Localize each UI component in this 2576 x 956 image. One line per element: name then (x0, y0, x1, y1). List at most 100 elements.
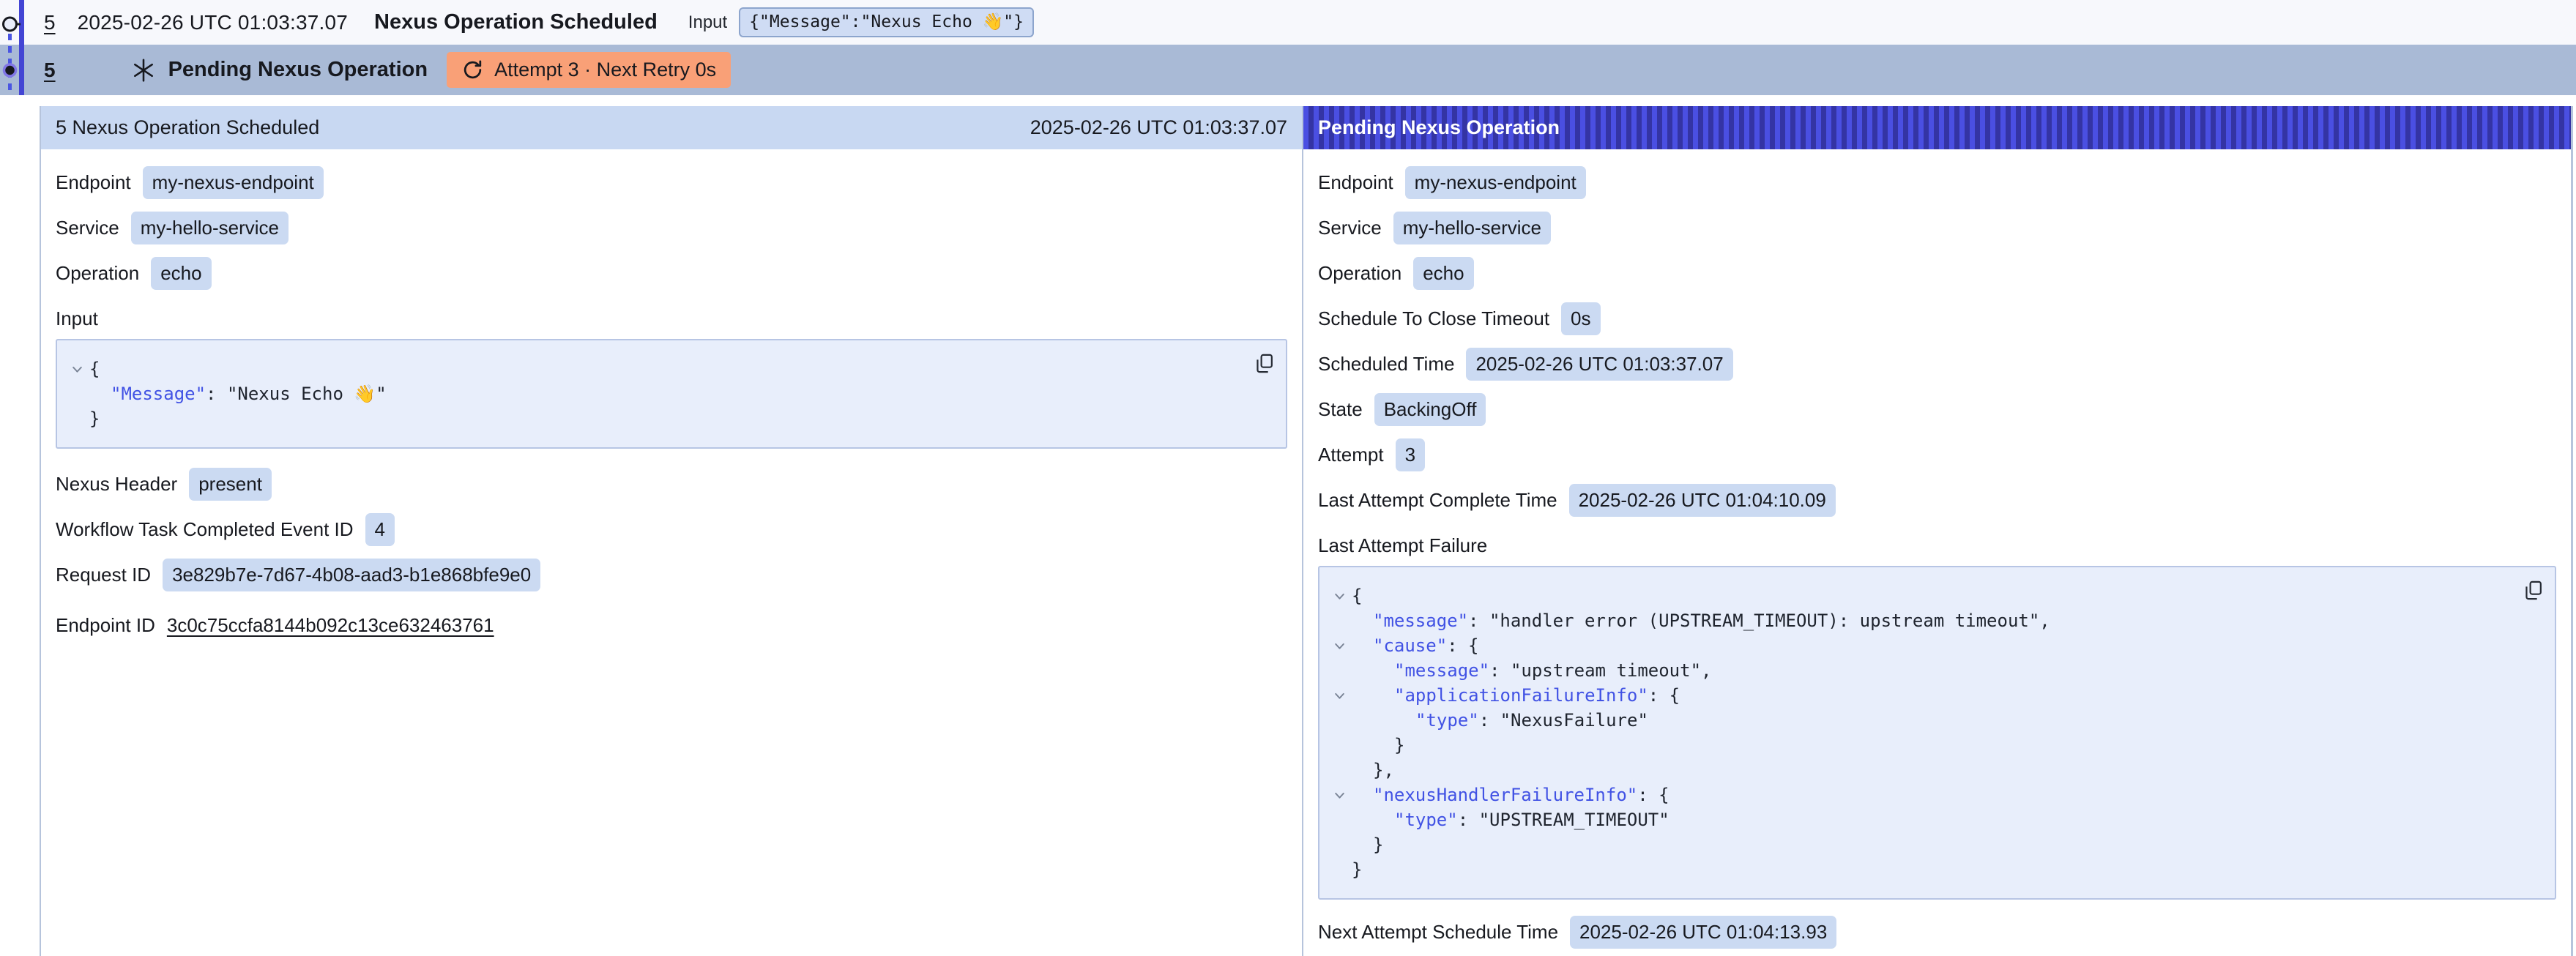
input-label: Input (688, 12, 727, 33)
field-value-badge: echo (1413, 257, 1473, 290)
field-label: Attempt (1318, 444, 1384, 466)
collapse-chevron-icon[interactable] (1327, 590, 1352, 602)
retry-badge: Attempt 3 · Next Retry 0s (447, 52, 731, 88)
field-row-endpoint: Endpoint my-nexus-endpoint (56, 166, 1287, 199)
code-text: } (1352, 857, 1362, 882)
field-row-service: Service my-hello-service (56, 212, 1287, 244)
event-id-link[interactable]: 5 (44, 11, 56, 34)
field-label: Operation (56, 262, 139, 285)
right-panel-body: Endpoint my-nexus-endpoint Service my-he… (1303, 149, 2571, 949)
field-value-badge: present (189, 468, 272, 501)
field-label: Endpoint (1318, 171, 1393, 194)
code-line: } (1327, 832, 2511, 857)
endpoint-id-link[interactable]: 3c0c75ccfa8144b092c13ce632463761 (167, 614, 494, 637)
json-key: "type" (1394, 810, 1458, 830)
code-line: "Message": "Nexus Echo 👋" (64, 381, 1242, 406)
code-line: "message": "handler error (UPSTREAM_TIME… (1327, 608, 2511, 633)
event-detail-panels: 5 Nexus Operation Scheduled 2025-02-26 U… (0, 106, 2576, 956)
json-value: : "NexusFailure" (1479, 710, 1648, 731)
code-text: "nexusHandlerFailureInfo": { (1352, 783, 1669, 807)
field-row-nexus-header: Nexus Header present (56, 468, 1287, 501)
field-value-badge: my-nexus-endpoint (143, 166, 324, 199)
code-line: "message": "upstream timeout", (1327, 658, 2511, 683)
field-row-endpoint-id: Endpoint ID 3c0c75ccfa8144b092c13ce63246… (56, 609, 1287, 641)
code-text: "message": "handler error (UPSTREAM_TIME… (1352, 608, 2050, 633)
right-panel-title: Pending Nexus Operation (1318, 116, 1560, 139)
code-text: "Message": "Nexus Echo 👋" (89, 381, 387, 406)
field-row-schedule-to-close-timeout: Schedule To Close Timeout 0s (1318, 302, 2556, 335)
json-key: "Message" (111, 384, 206, 404)
field-row-operation: Operation echo (1318, 257, 2556, 290)
code-text: "type": "NexusFailure" (1352, 708, 1648, 733)
field-label: Endpoint ID (56, 614, 155, 637)
json-value: : "handler error (UPSTREAM_TIMEOUT): ups… (1468, 610, 2050, 631)
field-value-badge: echo (151, 257, 211, 290)
left-panel-body: Endpoint my-nexus-endpoint Service my-he… (41, 149, 1302, 641)
field-label: Workflow Task Completed Event ID (56, 518, 354, 541)
field-row-service: Service my-hello-service (1318, 212, 2556, 244)
code-text: "applicationFailureInfo": { (1352, 683, 1680, 708)
code-text: } (1352, 733, 1404, 758)
field-value-badge: my-hello-service (131, 212, 289, 244)
event-id-link[interactable]: 5 (44, 59, 56, 82)
retry-badge-label: Attempt 3 · Next Retry 0s (494, 59, 716, 81)
input-preview-badge[interactable]: {"Message":"Nexus Echo 👋"} (739, 7, 1034, 38)
field-value-badge: 2025-02-26 UTC 01:04:13.93 (1570, 916, 1836, 949)
event-title: Pending Nexus Operation (168, 58, 428, 82)
field-value-badge: 2025-02-26 UTC 01:04:10.09 (1569, 484, 1836, 517)
temporal-event-history-view: 5 2025-02-26 UTC 01:03:37.07 Nexus Opera… (0, 0, 2576, 956)
code-line: "nexusHandlerFailureInfo": { (1327, 783, 2511, 807)
field-row-operation: Operation echo (56, 257, 1287, 290)
event-row-pending-nexus-operation[interactable]: 5 Pending Nexus Operation Attempt 3 · Ne… (0, 45, 2576, 95)
input-json-block: {"Message": "Nexus Echo 👋"} (56, 339, 1287, 449)
input-json-lines: {"Message": "Nexus Echo 👋"} (64, 356, 1242, 431)
field-row-attempt: Attempt 3 (1318, 438, 2556, 471)
json-value: : { (1447, 635, 1478, 656)
field-row-workflow-task-completed-event-id: Workflow Task Completed Event ID 4 (56, 513, 1287, 546)
right-panel-header: Pending Nexus Operation (1303, 106, 2571, 149)
collapse-chevron-icon[interactable] (1327, 640, 1352, 652)
json-value: { (89, 359, 100, 379)
collapse-chevron-icon[interactable] (1327, 690, 1352, 702)
event-row-nexus-operation-scheduled[interactable]: 5 2025-02-26 UTC 01:03:37.07 Nexus Opera… (0, 0, 2576, 45)
copy-icon[interactable] (1253, 352, 1276, 375)
json-value: : "upstream timeout", (1489, 660, 1711, 681)
field-label: Next Attempt Schedule Time (1318, 921, 1558, 944)
code-line: }, (1327, 758, 2511, 783)
field-value-badge: my-nexus-endpoint (1405, 166, 1586, 199)
collapse-chevron-icon[interactable] (64, 363, 89, 376)
code-line: "applicationFailureInfo": { (1327, 683, 2511, 708)
code-text: "cause": { (1352, 633, 1479, 658)
input-section-label: Input (56, 307, 1287, 330)
field-row-state: State BackingOff (1318, 393, 2556, 426)
field-row-scheduled-time: Scheduled Time 2025-02-26 UTC 01:03:37.0… (1318, 348, 2556, 381)
field-label: Schedule To Close Timeout (1318, 307, 1549, 330)
collapse-chevron-icon[interactable] (1327, 789, 1352, 802)
json-key: "type" (1415, 710, 1479, 731)
json-value: } (89, 408, 100, 429)
pending-asterisk-icon (130, 57, 157, 83)
field-label: Endpoint (56, 171, 131, 194)
field-value-badge: my-hello-service (1393, 212, 1551, 244)
field-row-request-id: Request ID 3e829b7e-7d67-4b08-aad3-b1e86… (56, 559, 1287, 591)
code-line: "type": "UPSTREAM_TIMEOUT" (1327, 807, 2511, 832)
timeline-gutter (0, 0, 44, 956)
json-key: "message" (1373, 610, 1468, 631)
timeline-selected-node-icon[interactable] (4, 64, 16, 76)
field-label: Scheduled Time (1318, 353, 1454, 376)
event-title: Nexus Operation Scheduled (374, 10, 658, 34)
timeline-open-node-icon[interactable] (4, 18, 17, 31)
field-row-endpoint: Endpoint my-nexus-endpoint (1318, 166, 2556, 199)
field-label: State (1318, 398, 1363, 421)
json-key: "cause" (1373, 635, 1447, 656)
code-line: } (64, 406, 1242, 431)
code-text: "type": "UPSTREAM_TIMEOUT" (1352, 807, 1669, 832)
json-value: } (1352, 859, 1362, 880)
event-timestamp: 2025-02-26 UTC 01:03:37.07 (78, 11, 348, 34)
field-label: Request ID (56, 564, 151, 586)
failure-json-lines: {"message": "handler error (UPSTREAM_TIM… (1327, 583, 2511, 882)
left-panel-header: 5 Nexus Operation Scheduled 2025-02-26 U… (41, 106, 1302, 149)
json-value: }, (1373, 760, 1394, 780)
code-text: "message": "upstream timeout", (1352, 658, 1711, 683)
copy-icon[interactable] (2522, 579, 2545, 602)
